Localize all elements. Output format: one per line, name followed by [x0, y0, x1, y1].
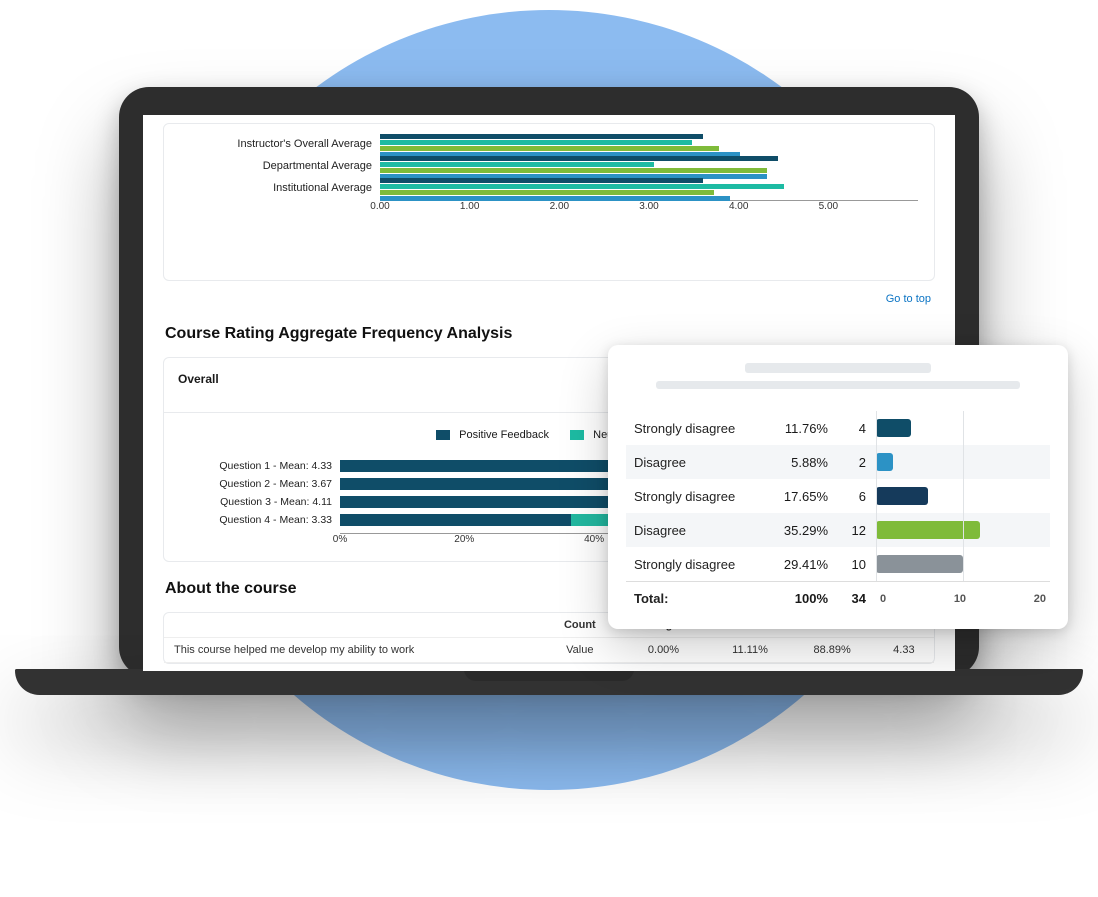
distribution-count: 10 [836, 557, 876, 572]
avg-tick: 5.00 [784, 201, 874, 212]
about-row-neg: 0.00% [617, 638, 709, 663]
distribution-label: Disagree [626, 455, 766, 470]
avg-tick: 0.00 [335, 201, 425, 212]
distribution-bar-cell [876, 479, 1050, 513]
distribution-label: Disagree [626, 523, 766, 538]
avg-row-department: Departmental Average [180, 156, 918, 176]
go-to-top-wrap: Go to top [167, 289, 931, 307]
avg-axis: 0.00 1.00 2.00 3.00 4.00 5.00 [380, 200, 918, 212]
distribution-bar-cell [876, 513, 1050, 547]
legend-swatch-positive [436, 430, 450, 440]
distribution-pct: 17.65% [766, 489, 836, 504]
distribution-pct: 5.88% [766, 455, 836, 470]
about-row-c2: 11.11% [710, 638, 791, 663]
about-row-c4: 4.33 [874, 638, 934, 663]
distribution-count: 12 [836, 523, 876, 538]
distribution-row: Disagree5.88%2 [626, 445, 1050, 479]
distribution-count: 2 [836, 455, 876, 470]
distribution-label: Strongly disagree [626, 557, 766, 572]
legend-label-positive: Positive Feedback [459, 429, 549, 441]
avg-label-department: Departmental Average [180, 160, 380, 172]
distribution-bar-cell [876, 411, 1050, 445]
avg-label-institution: Institutional Average [180, 182, 380, 194]
stacked-label: Question 3 - Mean: 4.11 [180, 496, 340, 508]
avg-row-institution: Institutional Average [180, 178, 918, 198]
avg-label-instructor: Instructor's Overall Average [180, 138, 380, 150]
overlay-axis-tick: 0 [880, 593, 886, 605]
total-count: 34 [836, 591, 876, 606]
distribution-bar-cell [876, 445, 1050, 479]
about-row-text: This course helped me develop my ability… [164, 638, 542, 663]
distribution-pct: 11.76% [766, 421, 836, 436]
distribution-label: Strongly disagree [626, 421, 766, 436]
avg-bar [380, 178, 703, 183]
stacked-label: Question 4 - Mean: 3.33 [180, 514, 340, 526]
about-row-c3: 88.89% [790, 638, 873, 663]
stacked-seg-pos [340, 514, 571, 526]
distribution-row: Strongly disagree11.76%4 [626, 411, 1050, 445]
distribution-pct: 29.41% [766, 557, 836, 572]
avg-bar [380, 162, 654, 167]
stacked-tick: 0% [333, 534, 347, 545]
avg-tick: 2.00 [515, 201, 605, 212]
avg-bar [380, 168, 767, 173]
distribution-label: Strongly disagree [626, 489, 766, 504]
averages-chart: Instructor's Overall Average Departmenta… [180, 134, 918, 264]
distribution-row: Disagree35.29%12 [626, 513, 1050, 547]
distribution-rows: Strongly disagree11.76%4Disagree5.88%2St… [626, 411, 1050, 581]
avg-tick: 1.00 [425, 201, 515, 212]
avg-bar [380, 146, 719, 151]
stacked-tick: 20% [454, 534, 474, 545]
legend-swatch-neutral [570, 430, 584, 440]
response-distribution-card: Strongly disagree11.76%4Disagree5.88%2St… [608, 345, 1068, 629]
avg-row-instructor: Instructor's Overall Average [180, 134, 918, 154]
distribution-bar-cell [876, 547, 1050, 581]
avg-tick: 4.00 [694, 201, 784, 212]
total-pct: 100% [766, 591, 836, 606]
avg-bar [380, 190, 714, 195]
skeleton-line [745, 363, 932, 373]
distribution-row: Strongly disagree17.65%6 [626, 479, 1050, 513]
section-title-frequency: Course Rating Aggregate Frequency Analys… [165, 325, 935, 343]
distribution-pct: 35.29% [766, 523, 836, 538]
about-th-blank [164, 613, 542, 638]
laptop-base [15, 669, 1083, 695]
skeleton-line [656, 381, 1021, 389]
stacked-label: Question 2 - Mean: 3.67 [180, 478, 340, 490]
distribution-count: 6 [836, 489, 876, 504]
avg-bar [380, 156, 778, 161]
overlay-axis-tick: 20 [1034, 593, 1046, 605]
avg-bar [380, 140, 692, 145]
avg-bar [380, 184, 784, 189]
about-row: This course helped me develop my ability… [164, 638, 934, 663]
averages-chart-card: Instructor's Overall Average Departmenta… [163, 123, 935, 281]
avg-bar [380, 134, 703, 139]
stacked-label: Question 1 - Mean: 4.33 [180, 460, 340, 472]
distribution-total-row: Total: 100% 34 0 10 20 [626, 581, 1050, 615]
go-to-top-link[interactable]: Go to top [886, 293, 931, 305]
avg-tick: 3.00 [604, 201, 694, 212]
overlay-axis-tick: 10 [954, 593, 966, 605]
total-label: Total: [626, 591, 766, 606]
distribution-row: Strongly disagree29.41%10 [626, 547, 1050, 581]
distribution-count: 4 [836, 421, 876, 436]
stacked-tick: 40% [584, 534, 604, 545]
about-th-count: Count [542, 613, 617, 638]
about-row-count: Value [542, 638, 617, 663]
